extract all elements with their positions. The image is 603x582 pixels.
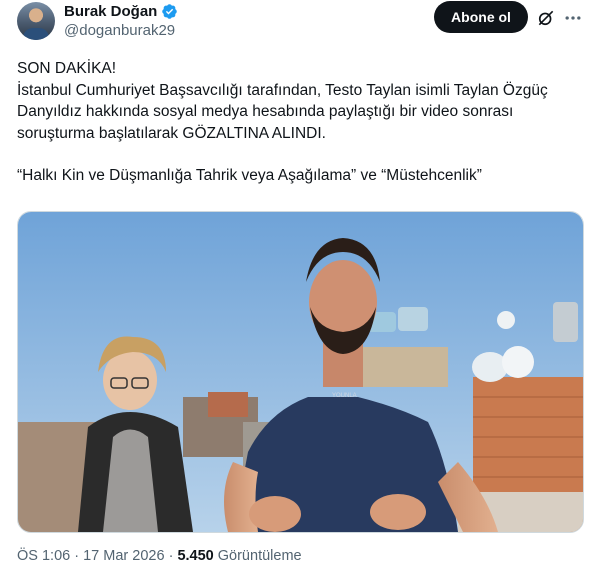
tweet-text: SON DAKİKA! İstanbul Cumhuriyet Başsavcı… [17,58,587,187]
more-icon[interactable] [563,8,583,28]
author-name-row: Burak Doğan [64,3,178,20]
follow-button[interactable]: Abone ol [434,1,528,33]
tweet-line-headline: SON DAKİKA! [17,60,117,77]
avatar[interactable] [17,2,55,40]
tweet-date[interactable]: 17 Mar 2026 [83,548,164,564]
verified-badge-icon [162,4,178,19]
author-handle[interactable]: @doganburak29 [64,22,175,39]
tweet-line-body: İstanbul Cumhuriyet Başsavcılığı tarafın… [17,81,548,142]
views-label: Görüntüleme [217,548,302,564]
author-name[interactable]: Burak Doğan [64,3,157,20]
tweet-line-quote: “Halkı Kin ve Düşmanlığa Tahrik veya Aşa… [17,167,482,184]
grok-icon[interactable] [536,8,556,28]
tweet-meta: ÖS 1:06 · 17 Mar 2026 · 5.450 Görüntülem… [17,548,302,564]
photo-scene: YOUNLA [18,212,583,532]
views-count: 5.450 [177,548,214,564]
meta-separator-2: · [168,548,174,564]
tweet-media-image[interactable]: YOUNLA [17,211,584,533]
meta-separator: · [74,548,80,564]
shirt-logo: YOUNLA [332,393,357,399]
tweet-time[interactable]: ÖS 1:06 [17,548,70,564]
